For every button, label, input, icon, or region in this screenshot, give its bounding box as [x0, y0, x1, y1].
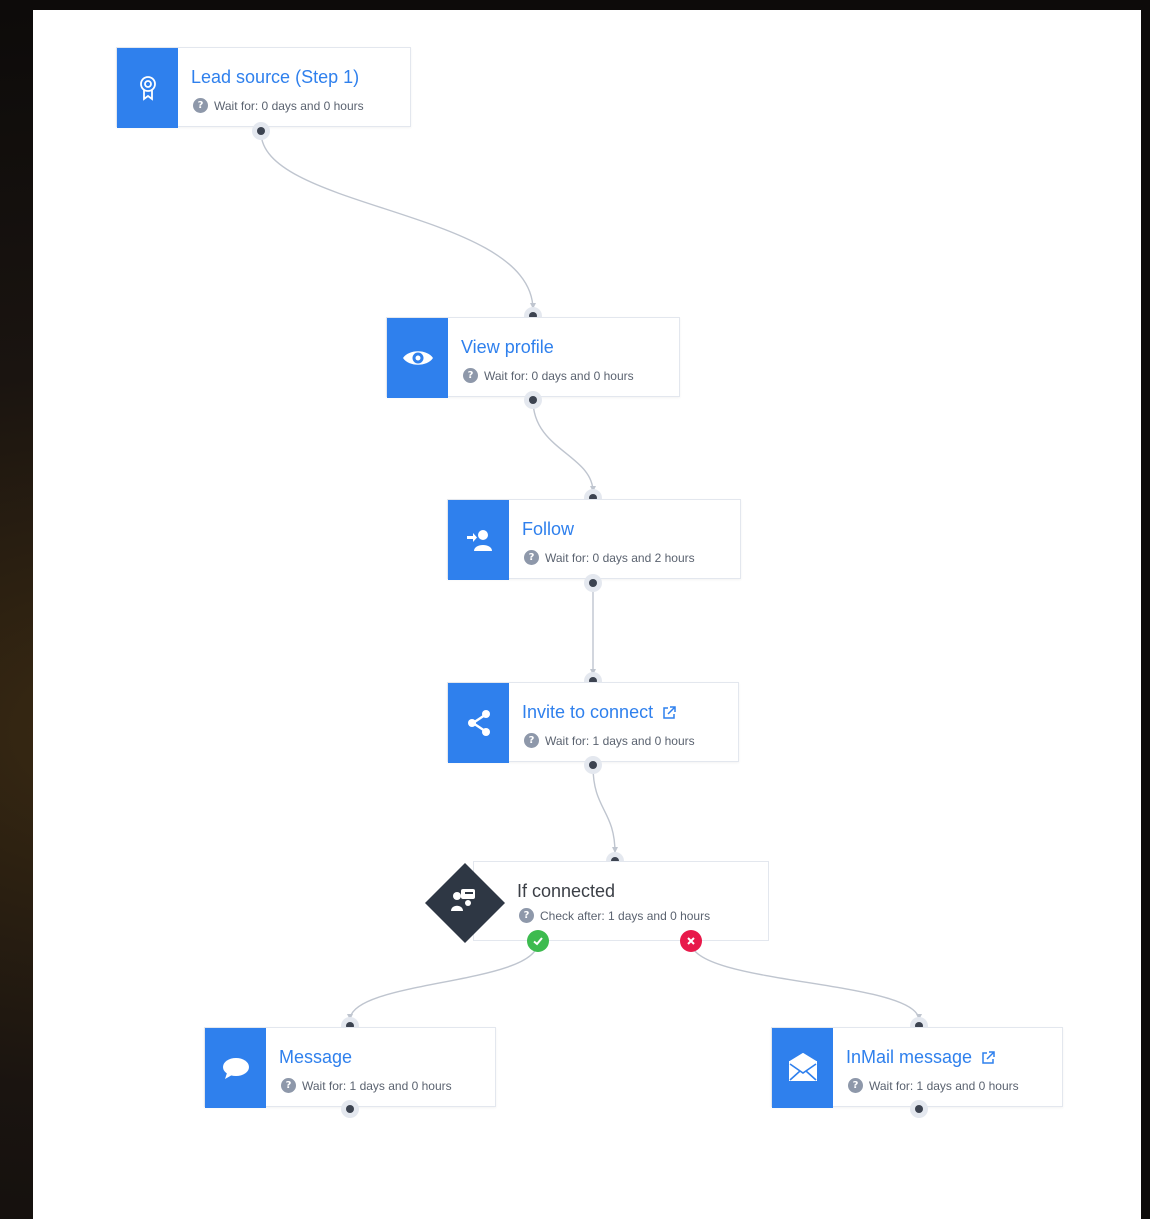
node-title[interactable]: Follow	[522, 519, 574, 540]
node-title[interactable]: Invite to connect	[522, 702, 677, 723]
edge-view-to-follow	[532, 399, 594, 493]
node-title[interactable]: InMail message	[846, 1047, 996, 1068]
close-icon	[687, 937, 695, 945]
wait-text: Wait for: 1 days and 0 hours	[545, 733, 695, 748]
node-title[interactable]: If connected	[517, 881, 615, 902]
node-title[interactable]: Message	[279, 1047, 352, 1068]
check-text: Check after: 1 days and 0 hours	[540, 908, 711, 923]
eye-icon	[387, 318, 448, 398]
condition-diamond[interactable]	[425, 863, 505, 943]
help-icon[interactable]: ?	[524, 550, 539, 565]
condition-no-output[interactable]	[680, 930, 702, 952]
share-icon	[448, 683, 509, 763]
wait-info: ? Wait for: 0 days and 0 hours	[463, 368, 634, 383]
lead-source-icon	[117, 48, 178, 128]
node-lead-source[interactable]: Lead source (Step 1) ? Wait for: 0 days …	[116, 47, 411, 128]
wait-info: ? Wait for: 1 days and 0 hours	[524, 733, 695, 748]
wait-text: Wait for: 0 days and 2 hours	[545, 550, 695, 565]
chat-bubble-icon	[205, 1028, 266, 1108]
node-title-text: Invite to connect	[522, 702, 654, 722]
output-port[interactable]	[910, 1100, 928, 1118]
node-message[interactable]: Message ? Wait for: 1 days and 0 hours	[204, 1027, 496, 1108]
wait-info: ? Wait for: 1 days and 0 hours	[848, 1078, 1019, 1093]
help-icon[interactable]: ?	[848, 1078, 863, 1093]
edge-no-to-inmail	[690, 941, 920, 1021]
node-title-text: InMail message	[846, 1047, 973, 1067]
external-link-icon[interactable]	[661, 705, 677, 721]
help-icon[interactable]: ?	[524, 733, 539, 748]
edge-invite-to-condition	[592, 765, 616, 854]
help-icon[interactable]: ?	[463, 368, 478, 383]
node-follow[interactable]: Follow ? Wait for: 0 days and 2 hours	[447, 499, 741, 580]
node-title[interactable]: Lead source (Step 1)	[191, 67, 359, 88]
wait-text: Wait for: 1 days and 0 hours	[869, 1078, 1019, 1093]
external-link-icon[interactable]	[980, 1050, 996, 1066]
wait-info: ? Wait for: 1 days and 0 hours	[281, 1078, 452, 1093]
help-icon[interactable]: ?	[519, 908, 534, 923]
node-invite-to-connect[interactable]: Invite to connect ? Wait for: 1 days and…	[447, 682, 739, 763]
output-port[interactable]	[584, 574, 602, 592]
wait-text: Wait for: 0 days and 0 hours	[214, 98, 364, 113]
follow-user-icon	[448, 500, 509, 580]
output-port[interactable]	[341, 1100, 359, 1118]
node-if-connected[interactable]: If connected ? Check after: 1 days and 0…	[473, 861, 769, 941]
output-port[interactable]	[584, 756, 602, 774]
envelope-icon	[772, 1028, 833, 1108]
help-icon[interactable]: ?	[281, 1078, 296, 1093]
wait-text: Wait for: 0 days and 0 hours	[484, 368, 634, 383]
node-title[interactable]: View profile	[461, 337, 554, 358]
output-port[interactable]	[524, 391, 542, 409]
node-inmail-message[interactable]: InMail message ? Wait for: 1 days and 0 …	[771, 1027, 1063, 1108]
wait-info: ? Wait for: 0 days and 0 hours	[193, 98, 364, 113]
output-port[interactable]	[252, 122, 270, 140]
check-icon	[533, 937, 543, 946]
check-info: ? Check after: 1 days and 0 hours	[519, 908, 710, 923]
workflow-canvas: Lead source (Step 1) ? Wait for: 0 days …	[33, 10, 1141, 1219]
node-view-profile[interactable]: View profile ? Wait for: 0 days and 0 ho…	[386, 317, 680, 398]
wait-text: Wait for: 1 days and 0 hours	[302, 1078, 452, 1093]
help-icon[interactable]: ?	[193, 98, 208, 113]
condition-yes-output[interactable]	[527, 930, 549, 952]
edge-lead-to-view	[260, 131, 534, 311]
wait-info: ? Wait for: 0 days and 2 hours	[524, 550, 695, 565]
edge-yes-to-message	[349, 941, 539, 1021]
